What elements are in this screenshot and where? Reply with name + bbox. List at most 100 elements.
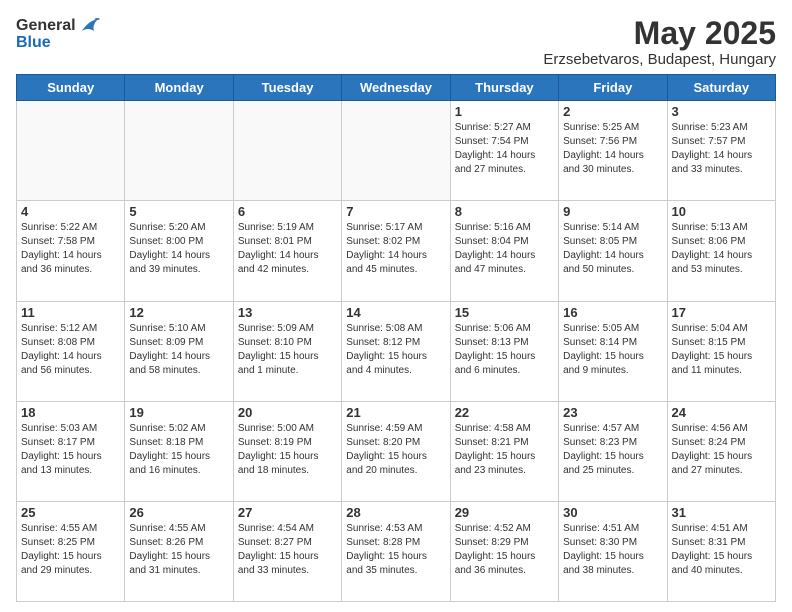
location-subtitle: Erzsebetvaros, Budapest, Hungary <box>543 51 776 68</box>
day-info: Sunrise: 4:51 AM Sunset: 8:30 PM Dayligh… <box>563 522 662 578</box>
calendar-cell: 5 Sunrise: 5:20 AM Sunset: 8:00 PM Daylig… <box>125 201 233 301</box>
day-header-monday: Monday <box>125 75 233 101</box>
day-info: Sunrise: 4:52 AM Sunset: 8:29 PM Dayligh… <box>455 522 554 578</box>
day-info: Sunrise: 5:20 AM Sunset: 8:00 PM Dayligh… <box>129 221 228 277</box>
day-info: Sunrise: 4:54 AM Sunset: 8:27 PM Dayligh… <box>238 522 337 578</box>
calendar-cell: 12 Sunrise: 5:10 AM Sunset: 8:09 PM Dayli… <box>125 301 233 401</box>
day-number: 1 <box>455 104 554 119</box>
day-header-wednesday: Wednesday <box>342 75 450 101</box>
day-number: 5 <box>129 204 228 219</box>
logo: General Blue <box>16 16 100 52</box>
calendar-table: SundayMondayTuesdayWednesdayThursdayFrid… <box>16 74 776 602</box>
day-number: 20 <box>238 405 337 420</box>
calendar-week-1: 1 Sunrise: 5:27 AM Sunset: 7:54 PM Daylig… <box>17 101 776 201</box>
calendar-week-2: 4Sunrise: 5:22 AM Sunset: 7:58 PM Daylig… <box>17 201 776 301</box>
calendar-week-3: 11 Sunrise: 5:12 AM Sunset: 8:08 PM Dayli… <box>17 301 776 401</box>
day-info: Sunrise: 4:51 AM Sunset: 8:31 PM Dayligh… <box>672 522 771 578</box>
calendar-header-row: SundayMondayTuesdayWednesdayThursdayFrid… <box>17 75 776 101</box>
day-header-tuesday: Tuesday <box>233 75 341 101</box>
day-info: Sunrise: 5:16 AM Sunset: 8:04 PM Dayligh… <box>455 221 554 277</box>
day-number: 13 <box>238 305 337 320</box>
day-number: 25 <box>21 505 120 520</box>
calendar-cell: 13 Sunrise: 5:09 AM Sunset: 8:10 PM Dayli… <box>233 301 341 401</box>
day-number: 27 <box>238 505 337 520</box>
day-number: 3 <box>672 104 771 119</box>
calendar-cell: 6 Sunrise: 5:19 AM Sunset: 8:01 PM Daylig… <box>233 201 341 301</box>
day-number: 22 <box>455 405 554 420</box>
calendar-cell: 10 Sunrise: 5:13 AM Sunset: 8:06 PM Dayli… <box>667 201 775 301</box>
day-info: Sunrise: 5:14 AM Sunset: 8:05 PM Dayligh… <box>563 221 662 277</box>
title-block: May 2025 Erzsebetvaros, Budapest, Hungar… <box>543 16 776 68</box>
day-info: Sunrise: 5:12 AM Sunset: 8:08 PM Dayligh… <box>21 322 120 378</box>
calendar-cell: 25 Sunrise: 4:55 AM Sunset: 8:25 PM Dayli… <box>17 501 125 601</box>
day-number: 19 <box>129 405 228 420</box>
calendar-cell <box>17 101 125 201</box>
day-number: 10 <box>672 204 771 219</box>
logo-blue-text: Blue <box>16 33 100 52</box>
day-number: 15 <box>455 305 554 320</box>
calendar-cell: 1 Sunrise: 5:27 AM Sunset: 7:54 PM Daylig… <box>450 101 558 201</box>
calendar-cell: 26 Sunrise: 4:55 AM Sunset: 8:26 PM Dayli… <box>125 501 233 601</box>
day-info: Sunrise: 4:53 AM Sunset: 8:28 PM Dayligh… <box>346 522 445 578</box>
page: General Blue May 2025 Erzsebetvaros, Bud… <box>0 0 792 612</box>
day-info: Sunrise: 5:23 AM Sunset: 7:57 PM Dayligh… <box>672 121 771 177</box>
calendar-cell: 4Sunrise: 5:22 AM Sunset: 7:58 PM Daylig… <box>17 201 125 301</box>
calendar-cell: 15 Sunrise: 5:06 AM Sunset: 8:13 PM Dayli… <box>450 301 558 401</box>
calendar-cell: 17Sunrise: 5:04 AM Sunset: 8:15 PM Dayli… <box>667 301 775 401</box>
calendar-cell: 28 Sunrise: 4:53 AM Sunset: 8:28 PM Dayli… <box>342 501 450 601</box>
day-number: 17 <box>672 305 771 320</box>
day-info: Sunrise: 5:06 AM Sunset: 8:13 PM Dayligh… <box>455 322 554 378</box>
day-info: Sunrise: 5:13 AM Sunset: 8:06 PM Dayligh… <box>672 221 771 277</box>
day-number: 26 <box>129 505 228 520</box>
day-number: 16 <box>563 305 662 320</box>
day-number: 12 <box>129 305 228 320</box>
calendar-cell: 8 Sunrise: 5:16 AM Sunset: 8:04 PM Daylig… <box>450 201 558 301</box>
day-number: 8 <box>455 204 554 219</box>
day-number: 9 <box>563 204 662 219</box>
calendar-cell: 21 Sunrise: 4:59 AM Sunset: 8:20 PM Dayli… <box>342 401 450 501</box>
day-info: Sunrise: 4:55 AM Sunset: 8:26 PM Dayligh… <box>129 522 228 578</box>
calendar-cell: 24 Sunrise: 4:56 AM Sunset: 8:24 PM Dayli… <box>667 401 775 501</box>
day-info: Sunrise: 4:57 AM Sunset: 8:23 PM Dayligh… <box>563 422 662 478</box>
calendar-cell: 7Sunrise: 5:17 AM Sunset: 8:02 PM Daylig… <box>342 201 450 301</box>
calendar-cell: 16 Sunrise: 5:05 AM Sunset: 8:14 PM Dayli… <box>559 301 667 401</box>
day-number: 18 <box>21 405 120 420</box>
day-info: Sunrise: 4:56 AM Sunset: 8:24 PM Dayligh… <box>672 422 771 478</box>
day-info: Sunrise: 5:09 AM Sunset: 8:10 PM Dayligh… <box>238 322 337 378</box>
day-info: Sunrise: 4:55 AM Sunset: 8:25 PM Dayligh… <box>21 522 120 578</box>
calendar-cell: 20Sunrise: 5:00 AM Sunset: 8:19 PM Dayli… <box>233 401 341 501</box>
day-header-thursday: Thursday <box>450 75 558 101</box>
day-number: 28 <box>346 505 445 520</box>
calendar-cell: 2 Sunrise: 5:25 AM Sunset: 7:56 PM Daylig… <box>559 101 667 201</box>
day-number: 2 <box>563 104 662 119</box>
calendar-cell: 29Sunrise: 4:52 AM Sunset: 8:29 PM Dayli… <box>450 501 558 601</box>
calendar-cell <box>125 101 233 201</box>
header: General Blue May 2025 Erzsebetvaros, Bud… <box>16 16 776 68</box>
day-info: Sunrise: 5:05 AM Sunset: 8:14 PM Dayligh… <box>563 322 662 378</box>
day-info: Sunrise: 5:25 AM Sunset: 7:56 PM Dayligh… <box>563 121 662 177</box>
calendar-cell: 30Sunrise: 4:51 AM Sunset: 8:30 PM Dayli… <box>559 501 667 601</box>
calendar-cell: 18 Sunrise: 5:03 AM Sunset: 8:17 PM Dayli… <box>17 401 125 501</box>
calendar-cell: 9 Sunrise: 5:14 AM Sunset: 8:05 PM Daylig… <box>559 201 667 301</box>
day-number: 7 <box>346 204 445 219</box>
calendar-week-5: 25 Sunrise: 4:55 AM Sunset: 8:25 PM Dayli… <box>17 501 776 601</box>
calendar-cell: 14Sunrise: 5:08 AM Sunset: 8:12 PM Dayli… <box>342 301 450 401</box>
day-header-saturday: Saturday <box>667 75 775 101</box>
day-info: Sunrise: 4:58 AM Sunset: 8:21 PM Dayligh… <box>455 422 554 478</box>
calendar-cell: 19 Sunrise: 5:02 AM Sunset: 8:18 PM Dayli… <box>125 401 233 501</box>
calendar-cell: 11 Sunrise: 5:12 AM Sunset: 8:08 PM Dayli… <box>17 301 125 401</box>
day-number: 24 <box>672 405 771 420</box>
day-info: Sunrise: 5:27 AM Sunset: 7:54 PM Dayligh… <box>455 121 554 177</box>
day-number: 21 <box>346 405 445 420</box>
calendar-week-4: 18 Sunrise: 5:03 AM Sunset: 8:17 PM Dayli… <box>17 401 776 501</box>
calendar-cell: 23 Sunrise: 4:57 AM Sunset: 8:23 PM Dayli… <box>559 401 667 501</box>
day-info: Sunrise: 4:59 AM Sunset: 8:20 PM Dayligh… <box>346 422 445 478</box>
day-number: 23 <box>563 405 662 420</box>
calendar-cell: 22 Sunrise: 4:58 AM Sunset: 8:21 PM Dayli… <box>450 401 558 501</box>
day-info: Sunrise: 5:03 AM Sunset: 8:17 PM Dayligh… <box>21 422 120 478</box>
day-number: 11 <box>21 305 120 320</box>
day-info: Sunrise: 5:19 AM Sunset: 8:01 PM Dayligh… <box>238 221 337 277</box>
day-info: Sunrise: 5:02 AM Sunset: 8:18 PM Dayligh… <box>129 422 228 478</box>
day-info: Sunrise: 5:10 AM Sunset: 8:09 PM Dayligh… <box>129 322 228 378</box>
day-number: 6 <box>238 204 337 219</box>
